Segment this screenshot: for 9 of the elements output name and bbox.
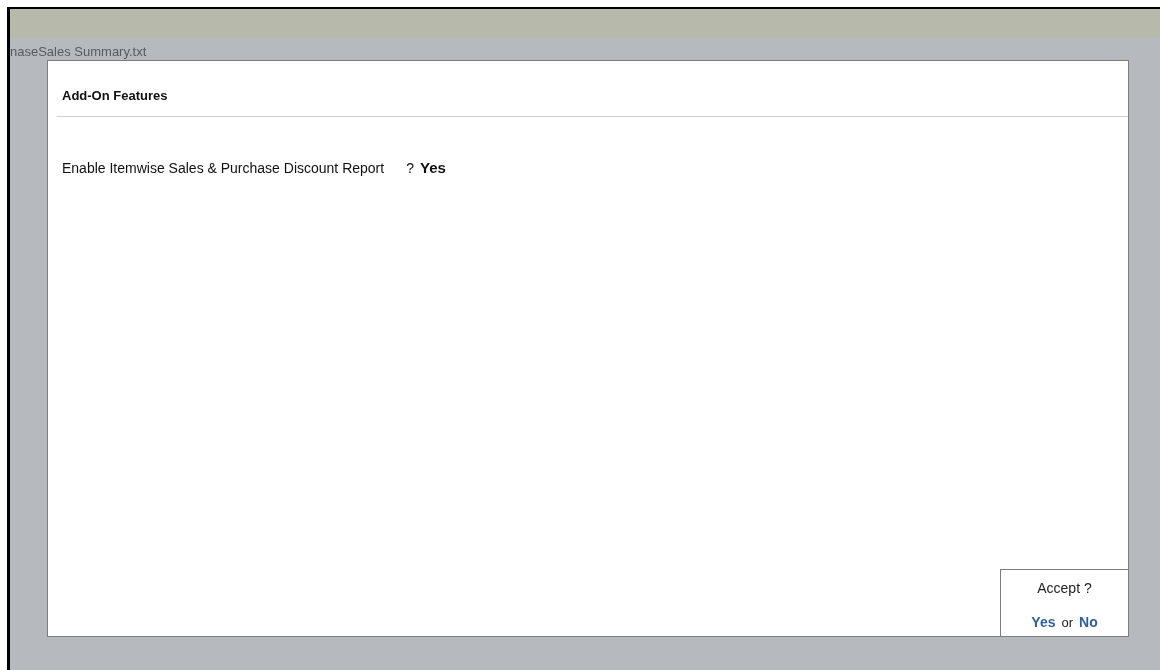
dialog-title: Add-On Features [61, 87, 169, 105]
field-value[interactable]: Yes [419, 159, 446, 176]
field-label: Enable Itemwise Sales & Purchase Discount Report [62, 160, 385, 176]
no-option[interactable]: No [1079, 614, 1098, 630]
file-name: naseSales Summary.txt [10, 44, 147, 59]
or-text: or [1061, 615, 1073, 630]
field-separator: ? [406, 160, 414, 176]
accept-question: Accept ? [1037, 580, 1092, 596]
yes-option[interactable]: Yes [1031, 614, 1056, 630]
